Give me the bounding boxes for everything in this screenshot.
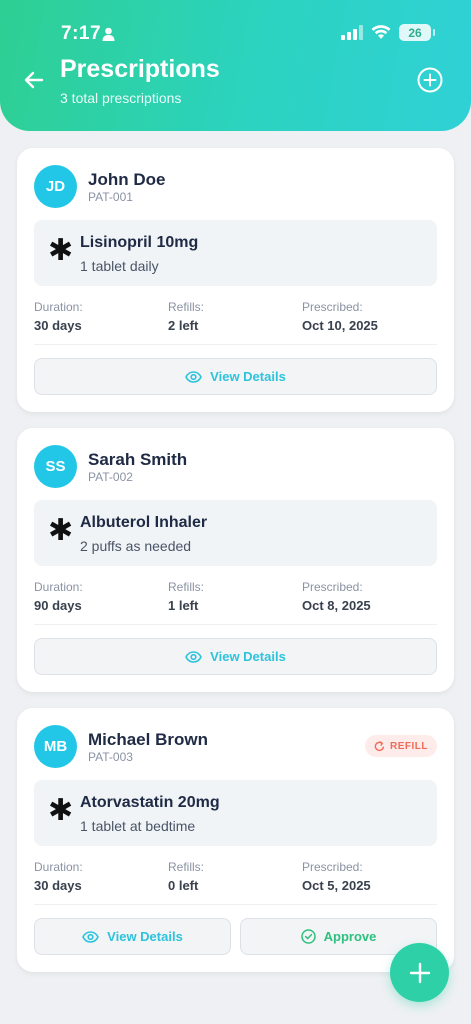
medication-name: Atorvastatin 20mg [80,794,220,811]
prescribed-stat: Prescribed: Oct 10, 2025 [302,300,378,333]
add-prescription-icon[interactable] [417,67,443,93]
prescription-card: JD John Doe PAT-001 ✱ Lisinopril 10mg 1 … [17,148,454,412]
prescribed-label: Prescribed: [302,860,363,874]
view-details-label: View Details [210,649,286,664]
refill-badge-label: REFILL [390,740,428,752]
medication-box: ✱ Lisinopril 10mg 1 tablet daily [34,220,437,286]
refills-label: Refills: [168,860,205,874]
patient-id: PAT-003 [88,750,133,764]
medication-box: ✱ Atorvastatin 20mg 1 tablet at bedtime [34,780,437,846]
page-title: Prescriptions [60,55,220,83]
asterisk-icon: ✱ [48,794,74,827]
status-indicators: 26 [341,24,435,41]
avatar: MB [34,725,77,768]
duration-value: 30 days [34,878,82,893]
view-details-label: View Details [210,369,286,384]
asterisk-icon: ✱ [48,514,74,547]
refill-badge: REFILL [365,735,437,757]
signal-icon [341,25,363,40]
prescribed-value: Oct 5, 2025 [302,878,371,893]
medication-dosage: 1 tablet at bedtime [80,818,196,834]
divider [34,344,437,345]
refresh-icon [374,740,384,751]
prescription-card: SS Sarah Smith PAT-002 ✱ Albuterol Inhal… [17,428,454,692]
asterisk-icon: ✱ [48,234,74,267]
patient-id: PAT-002 [88,470,133,484]
duration-label: Duration: [34,300,83,314]
header: 7:17 26 Prescriptions 3 total prescripti… [0,0,471,131]
duration-stat: Duration: 30 days [34,860,83,893]
refills-stat: Refills: 1 left [168,580,204,613]
page-subtitle: 3 total prescriptions [60,90,182,106]
duration-value: 90 days [34,598,82,613]
prescribed-label: Prescribed: [302,580,363,594]
battery-indicator: 26 [399,24,435,41]
status-time: 7:17 [61,23,102,44]
view-details-label: View Details [107,929,183,944]
divider [34,624,437,625]
refills-value: 1 left [168,598,199,613]
check-circle-icon [300,929,316,944]
approve-label: Approve [323,929,377,944]
patient-name: John Doe [88,170,166,189]
view-details-button[interactable]: View Details [34,918,231,955]
medication-dosage: 2 puffs as needed [80,538,192,554]
back-arrow-icon[interactable] [22,68,46,92]
avatar: JD [34,165,77,208]
divider [34,904,437,905]
duration-stat: Duration: 30 days [34,300,83,333]
medication-name: Lisinopril 10mg [80,234,199,251]
patient-id: PAT-001 [88,190,133,204]
prescribed-stat: Prescribed: Oct 8, 2025 [302,580,371,613]
medication-box: ✱ Albuterol Inhaler 2 puffs as needed [34,500,437,566]
medication-name: Albuterol Inhaler [80,514,208,531]
wifi-icon [371,25,391,39]
prescribed-value: Oct 10, 2025 [302,318,378,333]
prescription-card: MB Michael Brown PAT-003 REFILL ✱ Atorva… [17,708,454,972]
view-details-button[interactable]: View Details [34,638,437,675]
patient-name: Sarah Smith [88,450,188,469]
refills-stat: Refills: 0 left [168,860,204,893]
refills-stat: Refills: 2 left [168,300,204,333]
eye-icon [185,370,203,383]
refills-label: Refills: [168,300,205,314]
medication-dosage: 1 tablet daily [80,258,159,274]
avatar: SS [34,445,77,488]
prescribed-label: Prescribed: [302,300,363,314]
person-icon [102,27,115,41]
eye-icon [185,650,203,663]
view-details-button[interactable]: View Details [34,358,437,395]
duration-label: Duration: [34,580,83,594]
duration-label: Duration: [34,860,83,874]
duration-value: 30 days [34,318,82,333]
plus-icon [409,962,430,983]
duration-stat: Duration: 90 days [34,580,83,613]
refills-label: Refills: [168,580,205,594]
patient-name: Michael Brown [88,730,208,749]
prescribed-value: Oct 8, 2025 [302,598,371,613]
refills-value: 2 left [168,318,199,333]
refills-value: 0 left [168,878,199,893]
eye-icon [82,930,100,943]
prescribed-stat: Prescribed: Oct 5, 2025 [302,860,371,893]
floating-add-button[interactable] [390,943,449,1002]
